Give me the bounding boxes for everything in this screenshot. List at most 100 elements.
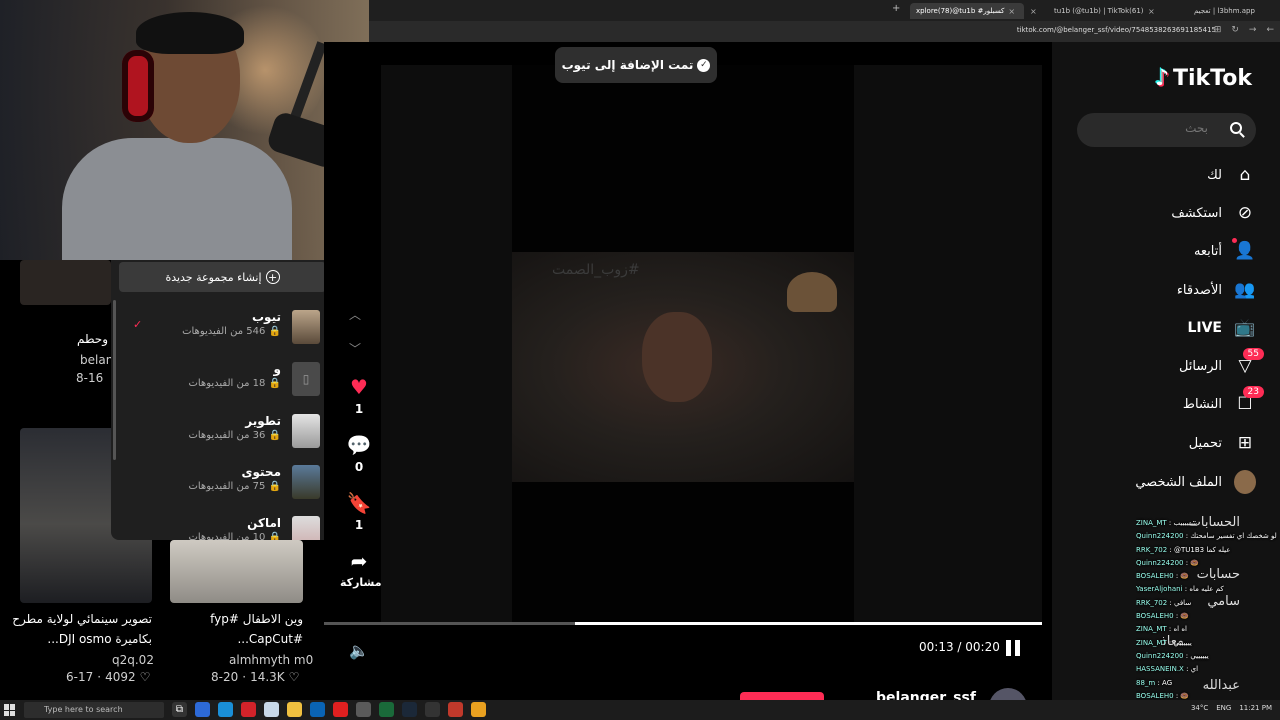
app-icon[interactable] [448, 702, 463, 717]
nav-label: لك [1207, 167, 1222, 183]
tab-label: تعجيم | l3bhm.app [1194, 7, 1255, 15]
edge-icon[interactable] [218, 702, 233, 717]
video-player[interactable]: #زوب_الصمت ✓ تمت الإضافة إلى تيوب 🔈 00:1… [324, 42, 1052, 720]
save-button[interactable]: 🔖 1 [340, 492, 378, 532]
video-author[interactable]: q2q.02 [112, 653, 154, 667]
collection-item[interactable]: ▯ و 🔒 18 من الفيديوهات [111, 356, 333, 400]
app-icon[interactable] [264, 702, 279, 717]
collection-thumbnail [292, 516, 320, 540]
steam-icon[interactable] [402, 702, 417, 717]
new-tab-icon[interactable]: + [892, 3, 900, 14]
collection-item[interactable]: ✓ تيوب 🔒 546 من الفيديوهات [111, 304, 333, 348]
video-caption[interactable]: #CapCut... [237, 632, 303, 646]
windows-start-icon[interactable] [4, 704, 16, 716]
task-view-icon[interactable]: ⧉ [172, 702, 187, 717]
nav-activity[interactable]: ☐ 23 النشاط [1183, 386, 1264, 417]
volume-icon[interactable]: 🔈 [349, 641, 369, 660]
search-box[interactable] [1077, 113, 1256, 147]
search-input[interactable] [1088, 121, 1208, 135]
nav-messages[interactable]: ▽ 55 الرسائل [1179, 348, 1264, 379]
outlook-icon[interactable] [310, 702, 325, 717]
close-tab-icon[interactable]: × [1030, 3, 1037, 19]
progress-fill [575, 622, 1042, 625]
close-icon[interactable]: × [1008, 7, 1015, 16]
chrome-icon[interactable] [356, 702, 371, 717]
collection-item[interactable]: محتوى 🔒 75 من الفيديوهات [111, 459, 333, 503]
folder-icon[interactable] [287, 702, 302, 717]
app-icon[interactable] [379, 702, 394, 717]
chat-text: ييييييي [1173, 638, 1192, 647]
video-author[interactable]: belan [80, 353, 113, 367]
like-button[interactable]: ♥ 1 [340, 376, 378, 416]
comment-button[interactable]: 💬 0 [340, 434, 378, 474]
tiktok-logo[interactable]: ♪ TikTok [1155, 66, 1252, 91]
chat-username: Quinn224200 [1136, 532, 1184, 541]
collection-item[interactable]: اماكن 🔒 10 من الفيديوهات [111, 510, 333, 540]
obs-icon[interactable] [425, 702, 440, 717]
lock-icon: 🔒 [268, 481, 281, 492]
opera-icon[interactable] [241, 702, 256, 717]
video-date: 8-20 [211, 670, 239, 684]
nav-following[interactable]: 👤 أتابعه [1194, 238, 1256, 264]
progress-bar[interactable] [324, 622, 1042, 625]
video-author[interactable]: almhmyth m0 [229, 653, 313, 667]
clock: 11:21 PM [1239, 704, 1272, 712]
browser-tab-bar: + xplore(78)@tu1b #كسبلور × × tu1b (@tu1… [369, 0, 1280, 21]
chat-message: ZINA_MT : ييييييي [1136, 638, 1192, 647]
create-collection-button[interactable]: + إنشاء مجموعة جديدة [119, 262, 326, 292]
chat-text: 🍩 [1180, 572, 1190, 581]
search-icon[interactable] [1230, 122, 1242, 134]
tab-explore[interactable]: xplore(78)@tu1b #كسبلور × [910, 3, 1024, 19]
app-icon[interactable] [195, 702, 210, 717]
nav-upload[interactable]: ⊞ تحميل [1189, 430, 1256, 456]
comment-icon: 💬 [346, 433, 372, 457]
chevron-down-icon[interactable]: ﹀ [349, 340, 361, 357]
chat-username: Quinn224200 [1136, 558, 1184, 567]
save-count: 1 [354, 518, 364, 532]
toast-notification: ✓ تمت الإضافة إلى تيوب [555, 47, 717, 83]
chat-message: Quinn224200 : لو شخصك اي تفسير سامحتك [1136, 532, 1277, 541]
forward-icon[interactable]: → [1249, 25, 1257, 35]
video-caption[interactable]: وين الاطفال #fyp [210, 612, 303, 626]
nav-explore[interactable]: ⊘ استكشف [1171, 200, 1256, 226]
tab-profile[interactable]: tu1b (@tu1b) | TikTok(61) [1054, 3, 1146, 19]
address-bar[interactable]: tiktok.com/@belanger_ssf/video/754853826… [369, 21, 1280, 42]
compass-icon: ⊘ [1237, 203, 1253, 223]
plus-circle-icon: + [265, 270, 280, 284]
language[interactable]: ENG [1216, 704, 1231, 712]
messages-badge: 55 [1242, 348, 1264, 360]
reload-icon[interactable]: ↻ [1231, 25, 1239, 35]
pause-icon[interactable] [1006, 640, 1020, 656]
video-caption[interactable]: بكاميرة DJI osmo... [47, 632, 152, 646]
share-button[interactable]: ➦ مشاركة [340, 550, 382, 589]
extensions-icon[interactable]: ⊞ [1214, 25, 1222, 35]
close-tab-icon[interactable]: × [1148, 3, 1155, 19]
nav-profile[interactable]: الملف الشخصي [1135, 469, 1256, 495]
tiktok-note-icon: ♪ [1154, 66, 1169, 91]
nav-label: الملف الشخصي [1135, 474, 1222, 490]
chevron-up-icon[interactable]: ︿ [349, 306, 361, 323]
video-caption[interactable]: وحطم [77, 332, 108, 346]
tab-l3bhm[interactable]: تعجيم | l3bhm.app [1194, 3, 1278, 19]
nav-friends[interactable]: 👥 الأصدقاء [1177, 277, 1256, 303]
upload-icon: ⊞ [1237, 433, 1253, 453]
chat-username: ZINA_MT [1136, 625, 1167, 634]
check-icon: ✓ [133, 318, 143, 331]
back-icon[interactable]: ← [1266, 25, 1274, 35]
chat-text: 🍩 [1180, 691, 1190, 700]
chat-username: RRK_702 [1136, 545, 1168, 554]
lock-icon: 🔒 [268, 430, 281, 441]
video-thumbnail[interactable] [170, 540, 303, 603]
nav-live[interactable]: 📺 LIVE [1187, 315, 1256, 341]
video-thumbnail[interactable] [20, 260, 111, 305]
taskbar-search[interactable]: Type here to search [24, 702, 164, 718]
nav-for-you[interactable]: ⌂ لك [1207, 162, 1256, 188]
check-circle-icon: ✓ [697, 58, 711, 72]
chat-text: ييييييي [1190, 651, 1209, 660]
youtube-icon[interactable] [333, 702, 348, 717]
video-caption[interactable]: تصوير سينمائي لولاية مطرح [12, 612, 152, 626]
chat-username: ZINA_MT [1136, 638, 1167, 647]
collection-item[interactable]: تطوير 🔒 36 من الفيديوهات [111, 408, 333, 452]
chrome-icon[interactable] [471, 702, 486, 717]
collection-count: 🔒 75 من الفيديوهات [188, 481, 281, 492]
